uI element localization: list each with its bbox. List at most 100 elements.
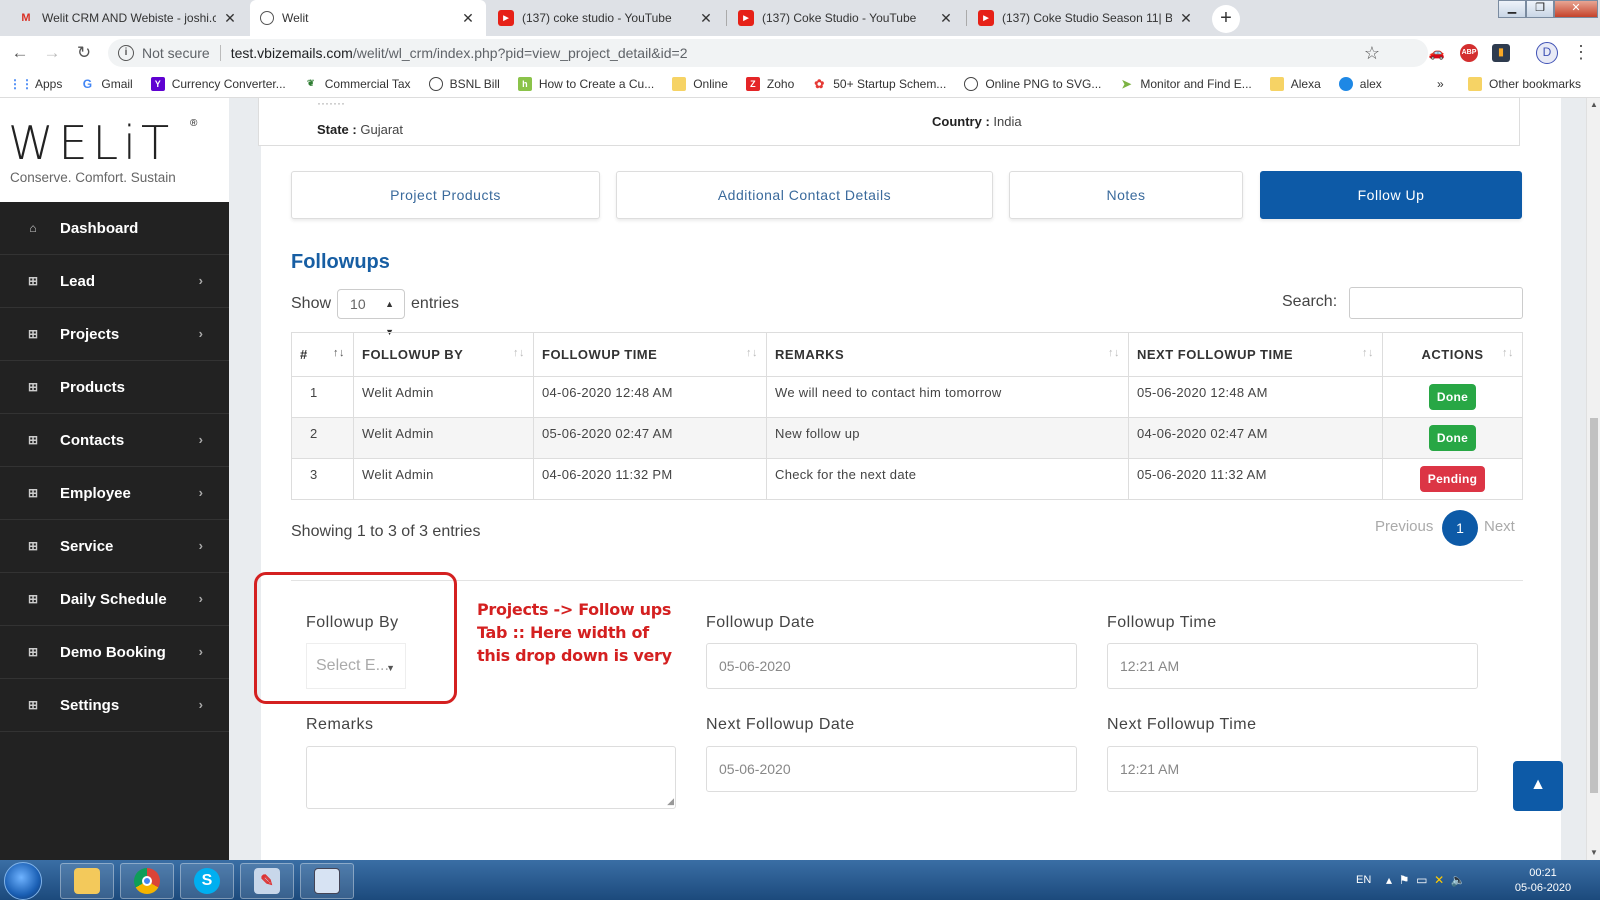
url-field[interactable]: i Not secure test.vbizemails.com /welit/…	[108, 39, 1428, 67]
table-row: 3 Welit Admin 04-06-2020 11:32 PM Check …	[291, 458, 1523, 500]
status-badge[interactable]: Pending	[1419, 466, 1486, 492]
next-followup-date-input[interactable]: 05-06-2020	[706, 746, 1077, 792]
resize-grip-icon[interactable]: ◢	[667, 796, 674, 807]
sidebar-item-settings[interactable]: ⊞ Settings ›	[0, 679, 229, 732]
bookmark-howto[interactable]: h How to Create a Cu...	[517, 76, 654, 91]
avatar[interactable]: D	[1536, 42, 1558, 64]
page-size-select[interactable]: 10 ▲ ▼	[337, 289, 406, 337]
cell-actions: Done	[1382, 376, 1523, 418]
bookmark-apps[interactable]: ⋮⋮ Apps	[9, 77, 62, 91]
tab-project-products[interactable]: Project Products	[291, 171, 600, 219]
bookmark-currency[interactable]: Y Currency Converter...	[150, 76, 286, 91]
reload-icon[interactable]: ↻	[72, 41, 96, 65]
pagination-page-1[interactable]: 1	[1442, 510, 1478, 546]
taskbar-skype[interactable]: S	[180, 863, 234, 899]
status-badge[interactable]: Done	[1428, 425, 1477, 451]
close-window-button[interactable]: ✕	[1554, 0, 1598, 18]
close-tab-icon[interactable]: ✕	[222, 10, 238, 27]
menu-icon[interactable]: ⋮	[1572, 42, 1590, 63]
followup-date-input[interactable]: 05-06-2020	[706, 643, 1077, 689]
column-header-next-followup-time[interactable]: NEXT FOLLOWUP TIME ↑↓	[1128, 332, 1383, 377]
bookmark-startup[interactable]: ✿ 50+ Startup Schem...	[812, 77, 946, 91]
other-bookmarks[interactable]: Other bookmarks	[1468, 76, 1581, 91]
tab-title: (137) Coke Studio - YouTube	[762, 11, 917, 25]
pagination-next[interactable]: Next	[1484, 518, 1515, 535]
adblock-icon[interactable]: ABP	[1460, 44, 1478, 62]
column-header-remarks[interactable]: REMARKS ↑↓	[766, 332, 1129, 377]
tray-icons[interactable]: ▴ ⚑ ▭ ✕ 🔈	[1386, 860, 1466, 900]
scroll-thumb[interactable]	[1590, 418, 1598, 793]
taskbar-chrome[interactable]	[120, 863, 174, 899]
taskbar-screenshot[interactable]	[300, 863, 354, 899]
tab-title: (137) Coke Studio Season 11| BT	[1002, 11, 1172, 25]
sidebar-item-daily-schedule[interactable]: ⊞ Daily Schedule ›	[0, 573, 229, 626]
sidebar-item-contacts[interactable]: ⊞ Contacts ›	[0, 414, 229, 467]
browser-tab-youtube-3[interactable]: ▶ (137) Coke Studio Season 11| BT ✕	[968, 0, 1204, 36]
pagination-previous[interactable]: Previous	[1375, 518, 1433, 535]
column-header-actions[interactable]: ACTIONS ↑↓	[1382, 332, 1523, 377]
start-button[interactable]	[4, 862, 42, 900]
scroll-down-icon[interactable]: ▼	[1587, 846, 1600, 860]
column-label: NEXT FOLLOWUP TIME	[1137, 347, 1294, 362]
bookmark-alex[interactable]: alex	[1338, 76, 1382, 91]
column-header-followup-time[interactable]: FOLLOWUP TIME ↑↓	[533, 332, 767, 377]
browser-tab-gmail[interactable]: M Welit CRM AND Webiste - joshi.c ✕	[8, 0, 248, 36]
sidebar-item-service[interactable]: ⊞ Service ›	[0, 520, 229, 573]
close-tab-icon[interactable]: ✕	[460, 10, 476, 27]
sidebar-item-projects[interactable]: ⊞ Projects ›	[0, 308, 229, 361]
next-followup-time-input[interactable]: 12:21 AM	[1107, 746, 1478, 792]
tab-notes[interactable]: Notes	[1009, 171, 1243, 219]
back-icon[interactable]: ←	[8, 41, 32, 65]
lotus-icon: ✿	[814, 76, 825, 91]
page-scrollbar[interactable]: ▲ ▼	[1586, 98, 1600, 860]
info-icon[interactable]: i	[118, 45, 134, 61]
sidebar-item-lead[interactable]: ⊞ Lead ›	[0, 255, 229, 308]
scroll-up-icon[interactable]: ▲	[1587, 98, 1600, 112]
status-badge[interactable]: Done	[1428, 384, 1477, 410]
taskbar-paint[interactable]: ✎	[240, 863, 294, 899]
remarks-textarea[interactable]: ◢	[306, 746, 676, 809]
bookmark-gmail[interactable]: G Gmail	[80, 77, 133, 91]
bookmark-commercial-tax[interactable]: ❦ Commercial Tax	[304, 77, 411, 91]
bookmarks-overflow[interactable]: »	[1437, 77, 1444, 91]
bookmark-monitor[interactable]: ➤ Monitor and Find E...	[1119, 77, 1251, 91]
bookmark-png-svg[interactable]: Online PNG to SVG...	[964, 76, 1101, 91]
sidebar-item-dashboard[interactable]: ⌂ Dashboard	[0, 202, 229, 255]
column-header-number[interactable]: # ↑↓	[291, 332, 354, 377]
taskbar-explorer[interactable]	[60, 863, 114, 899]
clock[interactable]: 00:21 05-06-2020	[1510, 866, 1576, 896]
bookmark-star-icon[interactable]: ☆	[1364, 43, 1380, 64]
bookmark-zoho[interactable]: Z Zoho	[745, 76, 794, 91]
search-input[interactable]	[1349, 287, 1523, 319]
sort-icon: ↑↓	[333, 347, 345, 359]
bookmark-online[interactable]: Online	[672, 76, 728, 91]
minimize-button[interactable]: ▁	[1498, 0, 1526, 18]
new-tab-button[interactable]: +	[1212, 5, 1240, 33]
close-tab-icon[interactable]: ✕	[698, 10, 714, 27]
bookmark-bsnl[interactable]: BSNL Bill	[428, 76, 500, 91]
tab-additional-contact-details[interactable]: Additional Contact Details	[616, 171, 993, 219]
browser-tab-youtube-1[interactable]: ▶ (137) coke studio - YouTube ✕	[488, 0, 724, 36]
sidebar-item-employee[interactable]: ⊞ Employee ›	[0, 467, 229, 520]
sidebar-item-demo-booking[interactable]: ⊞ Demo Booking ›	[0, 626, 229, 679]
extension-icon[interactable]: 🚗	[1428, 44, 1446, 62]
tab-follow-up[interactable]: Follow Up	[1260, 171, 1522, 219]
sidebar-item-label: Projects	[60, 325, 120, 343]
close-tab-icon[interactable]: ✕	[1178, 10, 1194, 27]
close-tab-icon[interactable]: ✕	[938, 10, 954, 27]
bookmark-alexa[interactable]: Alexa	[1269, 76, 1321, 91]
analytics-extension-icon[interactable]: ▮	[1492, 44, 1510, 62]
folder-icon	[1468, 76, 1482, 91]
warning-icon: ✕	[1434, 873, 1445, 887]
maximize-button[interactable]: ❐	[1526, 0, 1554, 18]
browser-tab-welit[interactable]: Welit ✕	[250, 0, 486, 36]
browser-tab-youtube-2[interactable]: ▶ (137) Coke Studio - YouTube ✕	[728, 0, 964, 36]
forward-icon[interactable]: →	[40, 41, 64, 65]
sidebar-item-products[interactable]: ⊞ Products	[0, 361, 229, 414]
column-label: ACTIONS	[1421, 347, 1484, 362]
logo[interactable]: WELiT ® Conserve. Comfort. Sustain	[0, 98, 229, 202]
scroll-to-top-button[interactable]: ▲	[1513, 761, 1563, 811]
column-header-followup-by[interactable]: FOLLOWUP BY ↑↓	[353, 332, 534, 377]
tray-language[interactable]: EN	[1356, 860, 1371, 900]
followup-time-input[interactable]: 12:21 AM	[1107, 643, 1478, 689]
